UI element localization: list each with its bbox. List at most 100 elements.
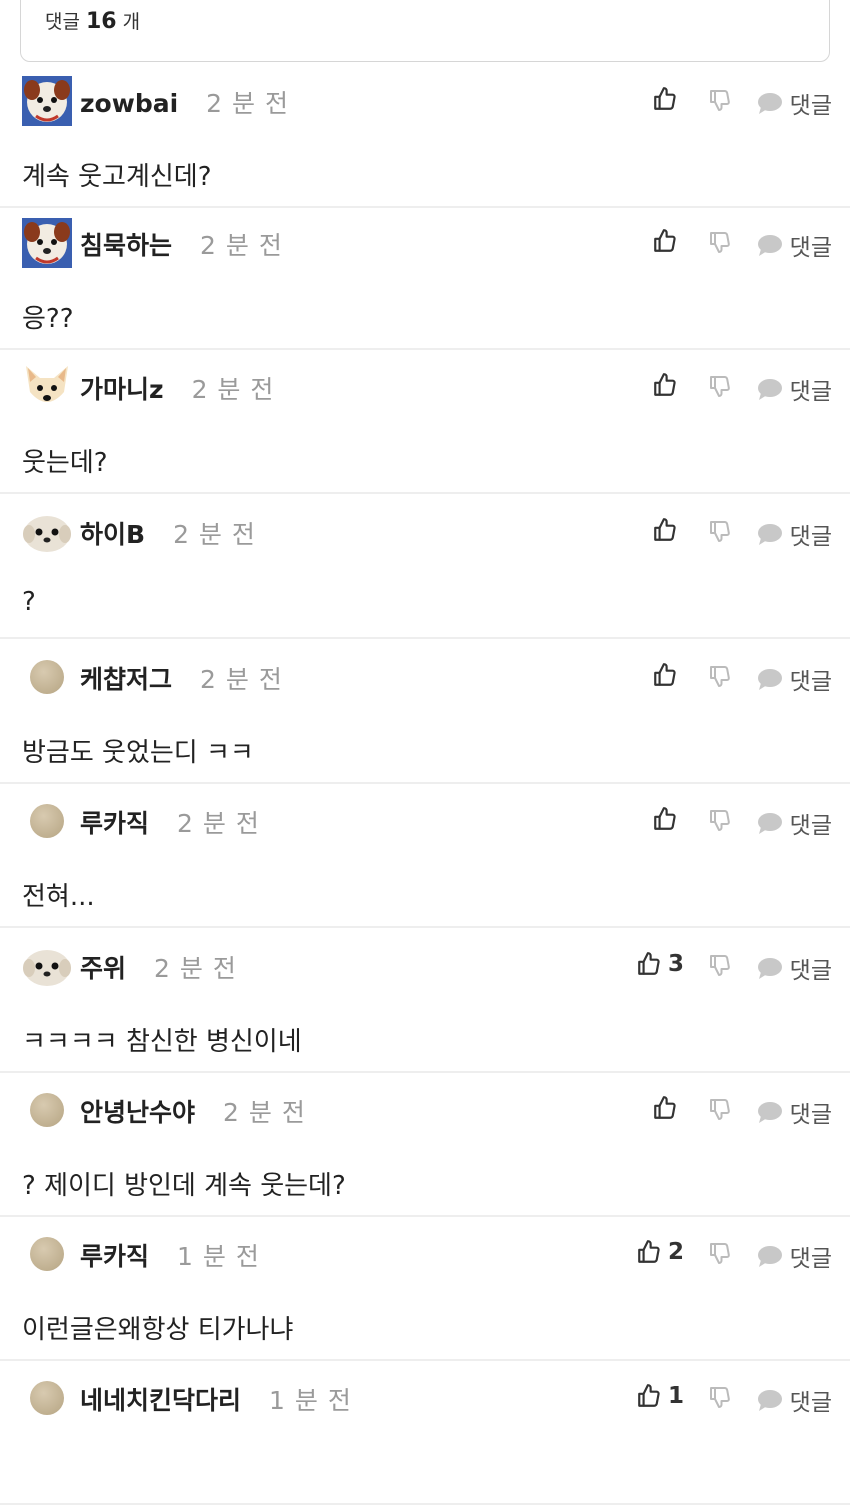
comment-time: 2 분 전: [191, 375, 275, 404]
like-button[interactable]: 3: [636, 951, 684, 977]
comment-author[interactable]: 케챱저그 2 분 전: [80, 660, 283, 696]
comment-text: ?: [22, 587, 36, 617]
comment-author[interactable]: zowbai 2 분 전: [80, 84, 289, 120]
thumbs-up-icon: [652, 372, 678, 398]
speech-bubble-icon: [756, 233, 784, 257]
comment-item: 네네치킨닥다리 1 분 전 1 댓글: [0, 1361, 850, 1505]
reply-button[interactable]: 댓글: [756, 806, 832, 840]
default-avatar[interactable]: [30, 804, 64, 838]
reply-button[interactable]: 댓글: [756, 1239, 832, 1273]
thumbs-up-icon: [652, 517, 678, 543]
thumbs-down-icon: [708, 1097, 732, 1121]
dislike-button[interactable]: [708, 374, 732, 398]
comment-item: zowbai 2 분 전 계속 웃고계신데? 댓글: [0, 64, 850, 208]
comment-count-number: 16: [85, 9, 117, 34]
author-nickname[interactable]: 주위: [80, 954, 126, 983]
comment-author[interactable]: 안녕난수야 2 분 전: [80, 1093, 306, 1129]
reply-button[interactable]: 댓글: [756, 1095, 832, 1129]
comment-author[interactable]: 가마니z 2 분 전: [80, 370, 274, 406]
author-nickname[interactable]: 침묵하는: [80, 231, 172, 260]
default-avatar[interactable]: [30, 660, 64, 694]
comment-author[interactable]: 루카직 1 분 전: [80, 1237, 260, 1273]
speech-bubble-icon: [756, 522, 784, 546]
like-button[interactable]: [652, 86, 684, 112]
author-nickname[interactable]: zowbai: [80, 89, 178, 118]
comment-author[interactable]: 침묵하는 2 분 전: [80, 226, 283, 262]
comment-time: 2 분 전: [154, 954, 237, 983]
comment-author[interactable]: 주위 2 분 전: [80, 949, 237, 985]
comment-time: 2 분 전: [223, 1098, 306, 1127]
thumbs-down-icon: [708, 808, 732, 832]
reply-button[interactable]: 댓글: [756, 372, 832, 406]
default-avatar[interactable]: [30, 1381, 64, 1415]
like-count: 1: [667, 1383, 684, 1409]
comment-author[interactable]: 루카직 2 분 전: [80, 804, 260, 840]
reply-label: 댓글: [789, 93, 832, 119]
like-button[interactable]: [652, 662, 684, 688]
thumbs-down-icon: [708, 664, 732, 688]
speech-bubble-icon: [756, 667, 784, 691]
thumbs-down-icon: [708, 1241, 732, 1265]
thumbs-up-icon: [652, 1095, 678, 1121]
dislike-button[interactable]: [708, 808, 732, 832]
puppy-avatar[interactable]: [22, 507, 72, 557]
comment-author[interactable]: 하이B 2 분 전: [80, 515, 256, 551]
comment-item: 가마니z 2 분 전 웃는데? 댓글: [0, 350, 850, 494]
like-count: 3: [667, 951, 684, 977]
like-button[interactable]: [652, 806, 684, 832]
author-nickname[interactable]: 루카직: [80, 809, 149, 838]
comment-author[interactable]: 네네치킨닥다리 1 분 전: [80, 1381, 352, 1417]
like-button[interactable]: 1: [636, 1383, 684, 1409]
author-nickname[interactable]: 네네치킨닥다리: [80, 1386, 241, 1415]
dislike-button[interactable]: [708, 230, 732, 254]
like-button[interactable]: 2: [636, 1239, 684, 1265]
reply-button[interactable]: 댓글: [756, 662, 832, 696]
thumbs-down-icon: [708, 519, 732, 543]
thumbs-up-icon: [652, 86, 678, 112]
dislike-button[interactable]: [708, 1097, 732, 1121]
dislike-button[interactable]: [708, 1241, 732, 1265]
comment-count-box: 댓글 16 개: [20, 0, 830, 62]
reply-button[interactable]: 댓글: [756, 228, 832, 262]
like-count: 2: [667, 1239, 684, 1265]
dislike-button[interactable]: [708, 1385, 732, 1409]
dislike-button[interactable]: [708, 88, 732, 112]
dislike-button[interactable]: [708, 519, 732, 543]
comment-time: 1 분 전: [269, 1386, 352, 1415]
reply-button[interactable]: 댓글: [756, 1383, 832, 1417]
puppy-avatar[interactable]: [22, 941, 72, 991]
comment-item: 침묵하는 2 분 전 응?? 댓글: [0, 206, 850, 350]
author-nickname[interactable]: 가마니z: [80, 375, 164, 404]
comment-item: 안녕난수야 2 분 전 ? 제이디 방인데 계속 웃는데? 댓글: [0, 1073, 850, 1217]
comment-time: 2 분 전: [200, 665, 283, 694]
dislike-button[interactable]: [708, 953, 732, 977]
comment-item: 하이B 2 분 전? 댓글: [0, 495, 850, 639]
thumbs-up-icon: [652, 806, 678, 832]
like-button[interactable]: [652, 372, 684, 398]
author-nickname[interactable]: 루카직: [80, 1242, 149, 1271]
thumbs-up-icon: [652, 662, 678, 688]
reply-button[interactable]: 댓글: [756, 517, 832, 551]
like-button[interactable]: [652, 517, 684, 543]
speech-bubble-icon: [756, 811, 784, 835]
default-avatar[interactable]: [30, 1237, 64, 1271]
reply-button[interactable]: 댓글: [756, 951, 832, 985]
dog-photo-avatar[interactable]: [22, 76, 72, 126]
dog-photo-avatar[interactable]: [22, 218, 72, 268]
author-nickname[interactable]: 하이B: [80, 520, 145, 549]
comment-time: 2 분 전: [177, 809, 260, 838]
speech-bubble-icon: [756, 91, 784, 115]
thumbs-up-icon: [636, 1383, 662, 1409]
dislike-button[interactable]: [708, 664, 732, 688]
reply-label: 댓글: [789, 1246, 832, 1272]
like-button[interactable]: [652, 228, 684, 254]
author-nickname[interactable]: 케챱저그: [80, 665, 172, 694]
reply-button[interactable]: 댓글: [756, 86, 832, 120]
author-nickname[interactable]: 안녕난수야: [80, 1098, 195, 1127]
like-button[interactable]: [652, 1095, 684, 1121]
comment-time: 2 분 전: [206, 89, 289, 118]
dog-face-avatar[interactable]: [22, 362, 72, 412]
comment-text: ? 제이디 방인데 계속 웃는데?: [22, 1171, 346, 1201]
reply-label: 댓글: [789, 235, 832, 261]
default-avatar[interactable]: [30, 1093, 64, 1127]
